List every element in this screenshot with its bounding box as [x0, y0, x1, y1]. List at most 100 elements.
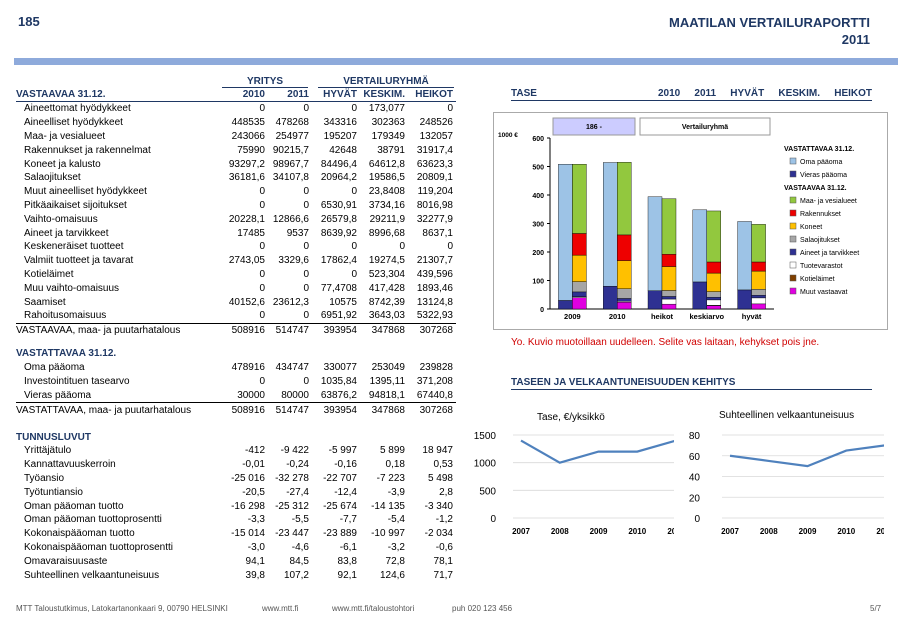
row-value: 92,1 [337, 569, 357, 581]
total-value: 508916 [224, 402, 268, 418]
footer-org: MTT Taloustutkimus, Latokartanonkaari 9,… [16, 604, 228, 613]
row-value: 0 [303, 186, 309, 198]
row-value: 23,8408 [368, 186, 405, 198]
debt-trend-chart: 0 20 40 60 80 2007 2008 2009 2010 2011 [689, 431, 884, 536]
row-value: -5,4 [387, 514, 405, 526]
table-row: Rahoitusomaisuus 0 0 6951,92 3643,03 5322,93 [16, 309, 456, 323]
row-value: 19274,5 [368, 255, 405, 267]
row-label: Työtuntiansio [24, 486, 83, 498]
trend-underline [511, 389, 872, 390]
row-value: 83,8 [337, 555, 357, 567]
col-header: HEIKOT [408, 88, 456, 102]
row-value: 17485 [237, 227, 265, 239]
col-header: KESKIM. [360, 88, 408, 102]
row-value: -6,1 [339, 541, 357, 553]
row-value: 243066 [231, 130, 265, 142]
table-row: Valmiit tuotteet ja tavarat 2743,05 3329,6… [16, 254, 456, 268]
row-value: -0,16 [334, 459, 357, 471]
table-row: Salaojitukset 36181,6 34107,8 20964,2 19586,… [16, 171, 456, 185]
row-value: 371,208 [416, 376, 453, 388]
bar-segment-asset [661, 296, 677, 300]
row-value: -7 223 [376, 472, 405, 484]
row-value: 40152,6 [228, 296, 265, 308]
bar-segment-asset [751, 289, 766, 296]
title-box-company-label: 186 - [586, 124, 603, 131]
row-value: 31917,4 [416, 144, 453, 156]
x-tick-label: 2009 [799, 527, 817, 536]
row-value: -25 016 [231, 472, 265, 484]
row-value: -0,6 [435, 541, 453, 553]
y-tick-label: 500 [479, 486, 496, 497]
bar-segment-asset [616, 162, 632, 236]
row-value: 3734,16 [368, 199, 405, 211]
row-value: 478916 [231, 362, 265, 374]
balance-underline [511, 100, 872, 101]
row-value: 8637,1 [422, 227, 453, 239]
table-row: Muut aineelliset hyödykkeet 0 0 0 23,8408 119… [16, 185, 456, 199]
footer-page: 5/7 [870, 604, 882, 613]
row-value: -32 278 [275, 472, 309, 484]
bar-segment-liability [647, 290, 663, 310]
table-row: Oma pääoma 478916 434747 330077 253049 239828 [16, 361, 456, 375]
row-value: 23612,3 [272, 296, 309, 308]
row-value: 179349 [371, 130, 405, 142]
line-chart-2-title: Suhteellinen velkaantuneisuus [719, 410, 855, 421]
y-tick-label: 100 [532, 279, 544, 286]
row-value: 0,53 [433, 459, 453, 471]
row-value: 19586,5 [368, 172, 405, 184]
row-value: 0 [351, 103, 357, 115]
row-value: 0 [351, 186, 357, 198]
row-label: Aineettomat hyödykkeet [24, 103, 131, 115]
balance-chart-svg: 1000 € 0 100 200 300 400 500 600 186 - Vertailury… [498, 117, 859, 321]
legend-label: Muut vastaavat [800, 289, 848, 296]
x-tick-label: 2008 [760, 527, 778, 536]
row-value: 8996,68 [368, 227, 405, 239]
row-value: 0 [303, 199, 309, 211]
table-row: Kokonaispääoman tuottoprosentti -3,0 -4,6 -… [16, 541, 456, 555]
bar-segment-asset [661, 266, 677, 291]
row-value: 0 [259, 103, 265, 115]
bar-segment-asset [661, 303, 677, 310]
row-value: 132057 [419, 130, 453, 142]
row-label: Oma pääoma [24, 362, 85, 374]
x-tick-label: 2007 [512, 527, 530, 536]
row-value: 0 [351, 241, 357, 253]
balance-chart: 1000 € 0 100 200 300 400 500 600 186 - Vertailury… [493, 112, 888, 330]
balance-heading: TASE [511, 88, 537, 99]
bar-segment-asset [572, 281, 587, 293]
x-tick-label: 2009 [564, 312, 581, 321]
row-value: 39,8 [245, 569, 265, 581]
row-value: -10 997 [371, 528, 405, 540]
legend-swatch [789, 157, 797, 165]
row-value: 0 [303, 376, 309, 388]
row-value: 63876,2 [320, 389, 357, 401]
row-label: Kokonaispääoman tuotto [24, 528, 135, 540]
row-value: 0,18 [385, 459, 405, 471]
bar-segment-asset [751, 295, 766, 299]
row-value: 0 [303, 310, 309, 322]
row-value: 0 [351, 268, 357, 280]
row-value: -3,2 [387, 541, 405, 553]
row-value: 6951,92 [320, 310, 357, 322]
y-tick-label: 0 [490, 514, 496, 525]
legend-label: Koneet [800, 224, 822, 231]
y-axis-unit: 1000 € [498, 132, 518, 139]
report-title-text: MAATILAN VERTAILURAPORTTI [669, 15, 870, 30]
row-value: 254977 [275, 130, 309, 142]
bar-segment-asset [706, 261, 722, 274]
footer-phone: puh 020 123 456 [452, 604, 513, 613]
total-label: VASTAAVAA, maa- ja puutarhatalous [16, 322, 224, 338]
bar-segment-asset [661, 290, 677, 297]
row-value: 94818,1 [368, 389, 405, 401]
legend-swatch [789, 248, 797, 256]
y-tick-label: 20 [689, 493, 701, 504]
row-value: -15 014 [231, 528, 265, 540]
bar-segment-asset [751, 261, 766, 272]
row-value: 0 [399, 241, 405, 253]
x-tick-label: hyvät [742, 312, 762, 321]
row-value: 80000 [281, 389, 309, 401]
row-value: 5 899 [379, 445, 405, 457]
x-tick-label: 2008 [551, 527, 569, 536]
row-value: 6530,91 [320, 199, 357, 211]
bar-segment-asset [751, 270, 766, 290]
